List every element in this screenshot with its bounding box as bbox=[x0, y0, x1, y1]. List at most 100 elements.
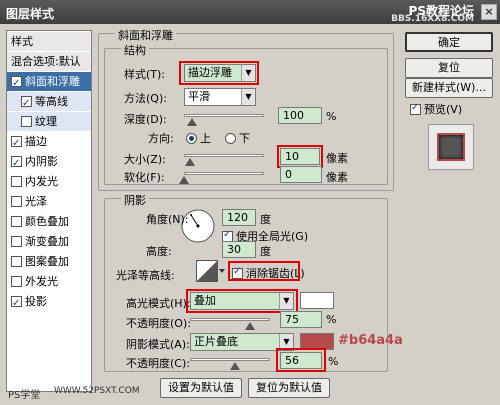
checkbox-icon[interactable] bbox=[11, 176, 22, 187]
checkbox-icon[interactable] bbox=[11, 236, 22, 247]
reset-button[interactable]: 复位 bbox=[405, 58, 493, 78]
make-default-button[interactable]: 设置为默认值 bbox=[160, 378, 242, 398]
reset-default-button[interactable]: 复位为默认值 bbox=[248, 378, 330, 398]
style-list: 样式混合选项:默认斜面和浮雕等高线纹理描边内阴影内发光光泽颜色叠加渐变叠加图案叠… bbox=[6, 30, 92, 392]
soften-input[interactable]: 0 bbox=[280, 166, 322, 183]
style-list-item-label: 斜面和浮雕 bbox=[25, 75, 80, 88]
highlight-color-swatch[interactable] bbox=[300, 292, 334, 309]
style-list-item[interactable]: 投影 bbox=[7, 292, 91, 313]
style-list-item[interactable]: 内发光 bbox=[7, 172, 91, 191]
shadow-opacity-label: 不透明度(C): bbox=[126, 357, 190, 370]
shadow-opacity-thumb[interactable] bbox=[229, 362, 240, 370]
style-list-item[interactable]: 斜面和浮雕 bbox=[7, 72, 91, 93]
style-list-item[interactable]: 描边 bbox=[7, 132, 91, 153]
preview-checkbox[interactable]: 预览(V) bbox=[410, 101, 462, 117]
checkbox-icon[interactable] bbox=[11, 276, 22, 287]
soften-label: 软化(F): bbox=[124, 171, 165, 184]
style-list-item[interactable]: 纹理 bbox=[7, 112, 91, 131]
ok-button[interactable]: 确定 bbox=[405, 32, 493, 52]
style-list-item-label: 纹理 bbox=[35, 115, 57, 128]
style-list-item-label: 投影 bbox=[25, 295, 47, 308]
chevron-down-icon: ▼ bbox=[241, 89, 255, 105]
altitude-label: 高度: bbox=[146, 245, 172, 258]
window-title: 图层样式 bbox=[6, 7, 55, 21]
close-button[interactable]: × bbox=[481, 4, 497, 20]
highlight-box-highlight-mode bbox=[186, 289, 298, 313]
angle-input[interactable]: 120 bbox=[222, 209, 256, 226]
preview-swatch bbox=[437, 133, 465, 161]
technique-select[interactable]: 平滑 ▼ bbox=[184, 88, 256, 106]
style-list-item[interactable]: 等高线 bbox=[7, 92, 91, 113]
style-list-item-label: 内阴影 bbox=[25, 155, 58, 168]
style-list-item-label: 外发光 bbox=[25, 275, 58, 288]
style-list-item[interactable]: 样式 bbox=[7, 32, 91, 51]
highlight-opacity-input[interactable]: 75 bbox=[280, 311, 322, 328]
shadow-opacity-slider[interactable] bbox=[190, 358, 270, 361]
checkbox-icon[interactable] bbox=[11, 216, 22, 227]
style-list-item[interactable]: 颜色叠加 bbox=[7, 212, 91, 231]
checkbox-icon[interactable] bbox=[11, 196, 22, 207]
style-list-item[interactable]: 图案叠加 bbox=[7, 252, 91, 271]
highlight-box-size bbox=[277, 145, 323, 168]
checkbox-icon[interactable] bbox=[21, 116, 32, 127]
style-list-item[interactable]: 渐变叠加 bbox=[7, 232, 91, 251]
highlight-box-style bbox=[179, 61, 259, 85]
checkbox-icon[interactable] bbox=[11, 74, 22, 93]
style-list-item-label: 混合选项:默认 bbox=[11, 55, 81, 68]
style-label: 样式(T): bbox=[124, 68, 166, 81]
gloss-contour-icon[interactable] bbox=[196, 260, 226, 288]
checkbox-icon[interactable] bbox=[11, 134, 22, 153]
gloss-contour-label: 光泽等高线: bbox=[116, 269, 175, 282]
highlight-opacity-slider[interactable] bbox=[190, 318, 270, 321]
depth-unit: % bbox=[326, 110, 337, 123]
watermark-bottom-url: WWW.52PSXT.COM bbox=[54, 386, 140, 396]
technique-label: 方法(Q): bbox=[124, 92, 167, 105]
depth-input[interactable]: 100 bbox=[278, 107, 322, 124]
watermark-top-url: BBS.16XX8.COM bbox=[391, 14, 474, 24]
style-list-item[interactable]: 光泽 bbox=[7, 192, 91, 211]
depth-slider-thumb[interactable] bbox=[187, 118, 197, 126]
style-list-item-label: 样式 bbox=[11, 35, 33, 48]
altitude-input[interactable]: 30 bbox=[222, 241, 256, 258]
angle-unit: 度 bbox=[260, 213, 271, 226]
size-slider[interactable] bbox=[184, 154, 264, 157]
soften-slider-thumb[interactable] bbox=[179, 176, 189, 184]
preview-box bbox=[428, 124, 474, 170]
style-list-item[interactable]: 外发光 bbox=[7, 272, 91, 291]
style-list-item-label: 光泽 bbox=[25, 195, 47, 208]
style-list-item[interactable]: 内阴影 bbox=[7, 152, 91, 173]
shading-title: 阴影 bbox=[121, 192, 149, 208]
altitude-unit: 度 bbox=[260, 245, 271, 258]
new-style-button[interactable]: 新建样式(W)... bbox=[405, 78, 493, 98]
color-annotation: #b64a4a bbox=[338, 333, 403, 348]
highlight-opacity-thumb[interactable] bbox=[245, 322, 255, 330]
soften-slider[interactable] bbox=[184, 172, 264, 175]
technique-select-value: 平滑 bbox=[188, 90, 210, 103]
shadow-mode-label: 阴影模式(A): bbox=[126, 338, 190, 351]
checkbox-icon[interactable] bbox=[21, 94, 32, 113]
direction-up-radio[interactable]: 上 bbox=[186, 130, 211, 146]
highlight-mode-label: 高光模式(H): bbox=[126, 297, 191, 310]
checkbox-icon[interactable] bbox=[11, 154, 22, 173]
highlight-box-shadow-opacity bbox=[276, 348, 326, 372]
direction-down-radio[interactable]: 下 bbox=[225, 130, 250, 146]
direction-label: 方向: bbox=[148, 132, 174, 145]
highlight-opacity-unit: % bbox=[326, 313, 337, 326]
angle-label: 角度(N): bbox=[146, 213, 189, 226]
style-list-item-label: 渐变叠加 bbox=[25, 235, 69, 248]
style-list-item-label: 描边 bbox=[25, 135, 47, 148]
checkbox-icon[interactable] bbox=[11, 294, 22, 313]
highlight-opacity-label: 不透明度(O): bbox=[126, 317, 191, 330]
depth-slider[interactable] bbox=[184, 114, 264, 117]
soften-unit: 像素 bbox=[326, 171, 348, 184]
highlight-box-anti-alias bbox=[228, 261, 300, 281]
checkbox-icon[interactable] bbox=[11, 256, 22, 267]
style-list-item-label: 等高线 bbox=[35, 95, 68, 108]
shadow-mode-value: 正片叠底 bbox=[194, 335, 238, 348]
size-unit: 像素 bbox=[326, 152, 348, 165]
depth-label: 深度(D): bbox=[124, 113, 167, 126]
size-slider-thumb[interactable] bbox=[184, 158, 195, 166]
style-list-item[interactable]: 混合选项:默认 bbox=[7, 52, 91, 71]
style-list-item-label: 图案叠加 bbox=[25, 255, 69, 268]
size-label: 大小(Z): bbox=[124, 153, 166, 166]
